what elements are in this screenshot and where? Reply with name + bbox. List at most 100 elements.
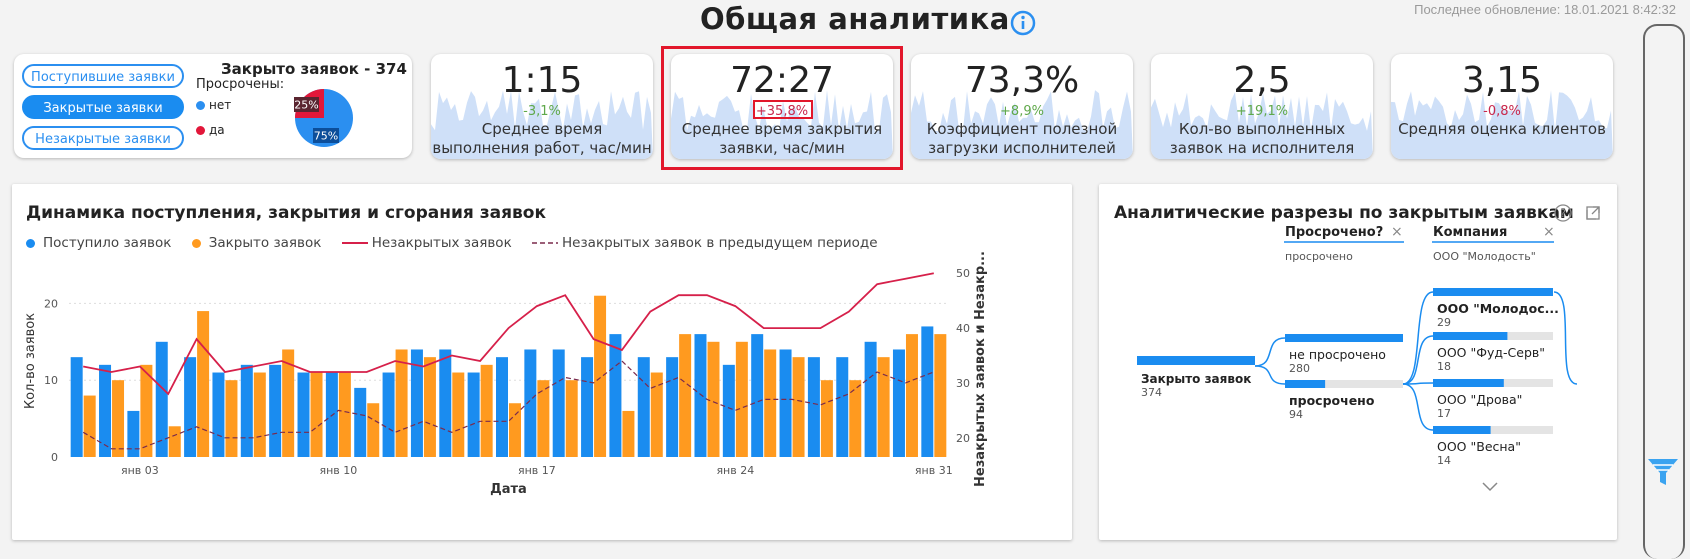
bar-closed (168, 426, 181, 457)
column-filter-overdue: просрочено (1285, 250, 1353, 263)
dynamics-chart-card: Динамика поступления, закрытия и сгорани… (12, 184, 1072, 540)
received-requests-button[interactable]: Поступившие заявки (22, 64, 184, 88)
node-bar (1285, 380, 1326, 388)
node-value: 29 (1437, 316, 1451, 329)
bar-received (666, 357, 679, 457)
bar-closed (480, 364, 493, 457)
x-axis-title: Дата (490, 482, 527, 497)
bar-closed (310, 372, 323, 457)
pie-label-no: 75% (314, 130, 338, 143)
kpi-label: Коэффициент полезной загрузки исполнител… (926, 120, 1118, 157)
bar-received (382, 372, 395, 457)
bar-received (297, 372, 310, 457)
closed-count-title: Закрыто заявок - 374 (221, 60, 407, 78)
bar-closed (707, 341, 720, 457)
kpi-delta: -3,1% (523, 104, 561, 119)
bar-closed (594, 295, 607, 457)
bar-closed (622, 410, 635, 457)
tree-connector (1402, 383, 1434, 431)
dynamics-chart[interactable]: 0 10 20 20 30 40 50 янв 03 янв 10 янв 17 янв 24 янв… (12, 184, 1072, 540)
bar-received (921, 326, 934, 457)
node-bar (1433, 426, 1491, 434)
bar-received (212, 372, 225, 457)
kpi-label: Кол-во выполненных заявок на исполнителя (1169, 120, 1355, 157)
decomposition-tree[interactable]: Просрочено? × просрочено Компания × ООО "Моло… (1099, 184, 1617, 540)
bar-received (439, 349, 452, 457)
node-bar (1433, 288, 1553, 296)
open-requests-button[interactable]: Незакрытые заявки (22, 126, 184, 150)
bar-received (807, 357, 820, 457)
column-header-company: Компания (1433, 225, 1507, 240)
kpi-card-work-time[interactable]: 1:15 -3,1% Среднее время выполнения рабо… (431, 54, 653, 159)
overdue-pie-chart[interactable]: 25% 75% (292, 86, 356, 150)
bar-received (836, 357, 849, 457)
node-label: ООО "Молодос... (1437, 301, 1559, 316)
kpi-card-utilization[interactable]: 73,3% +8,9% Коэффициент полезной загрузк… (911, 54, 1133, 159)
last-updated: Последнее обновление: 18.01.2021 8:42:32 (1414, 2, 1676, 17)
bar-closed (764, 349, 777, 457)
bar-closed (197, 311, 210, 457)
line-open-requests (83, 272, 934, 396)
bar-closed (934, 334, 947, 457)
kpi-label: Средняя оценка клиентов (1398, 120, 1606, 138)
kpi-delta: +8,9% (1000, 104, 1044, 119)
bar-received (496, 357, 508, 457)
bar-received (637, 357, 650, 457)
bar-closed (338, 372, 351, 457)
y2-axis-title: Незакрытых заявок и Незакр... (973, 251, 988, 487)
bar-received (552, 349, 565, 457)
kpi-value: 3,15 (1461, 60, 1543, 101)
kpi-delta: -0,8% (1483, 104, 1521, 119)
tree-connector (1402, 291, 1434, 385)
column-header-overdue: Просрочено? (1285, 225, 1383, 240)
bar-received (70, 357, 83, 457)
column-filter-company: ООО "Молодость" (1433, 250, 1536, 263)
bar-received (751, 334, 764, 457)
bar-closed (877, 357, 890, 457)
y-tick-label: 10 (44, 374, 58, 387)
y-axis-title: Кол-во заявок (23, 313, 38, 409)
bar-received (184, 357, 197, 457)
bar-received (581, 357, 594, 457)
kpi-card-per-executor[interactable]: 2,5 +19,1% Кол-во выполненных заявок на … (1151, 54, 1373, 159)
kpi-value: 73,3% (964, 60, 1080, 101)
bar-received (864, 341, 877, 457)
node-value: 280 (1289, 362, 1310, 375)
node-value: 14 (1437, 454, 1451, 467)
filter-icon[interactable] (1645, 454, 1681, 490)
bar-received (779, 349, 792, 457)
kpi-label: Среднее время выполнения работ, час/мин (432, 120, 652, 157)
remove-column-icon: × (1391, 224, 1403, 240)
node-label: ООО "Весна" (1437, 439, 1521, 454)
delta-highlight-frame (753, 100, 813, 119)
root-label: Закрыто заявок (1141, 372, 1251, 386)
line-prev-period (82, 360, 935, 450)
closed-requests-button[interactable]: Закрытые заявки (22, 95, 184, 119)
bar-closed (820, 380, 833, 457)
bar-closed (395, 349, 408, 457)
bar-closed (792, 357, 805, 457)
decomposition-tree-card: Аналитические разрезы по закрытым заявка… (1099, 184, 1617, 540)
overdue-label: Просрочены: (196, 77, 285, 92)
node-bar (1433, 332, 1508, 340)
info-icon[interactable] (1010, 10, 1036, 36)
node-bar (1285, 334, 1403, 342)
kpi-delta: +19,1% (1235, 104, 1289, 119)
bar-received (892, 349, 905, 457)
kpi-value: 2,5 (1233, 60, 1291, 101)
kpi-card-rating[interactable]: 3,15 -0,8% Средняя оценка клиентов (1391, 54, 1613, 159)
node-value: 17 (1437, 407, 1451, 420)
y2-tick-label: 50 (956, 267, 970, 280)
bar-closed (679, 334, 692, 457)
bar-received (609, 334, 622, 457)
bar-closed (905, 334, 918, 457)
node-label: не просрочено (1289, 347, 1386, 362)
bar-received (127, 410, 140, 457)
bar-received (722, 364, 735, 457)
root-value: 374 (1141, 386, 1162, 399)
page-title: Общая аналитика (700, 2, 1010, 36)
bar-closed (509, 403, 521, 457)
x-tick-label: янв 10 (319, 464, 357, 477)
node-label: ООО "Фуд-Серв" (1437, 345, 1545, 360)
bar-closed (253, 372, 266, 457)
